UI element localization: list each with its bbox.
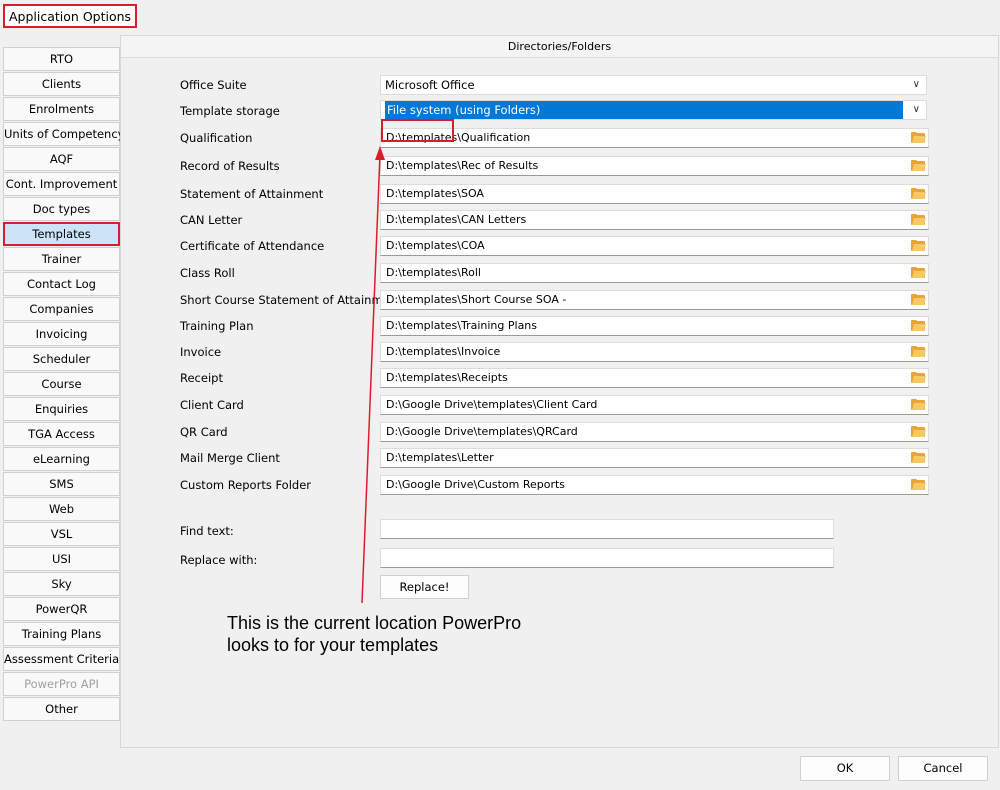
sidebar-item-tga-access[interactable]: TGA Access — [3, 422, 120, 446]
dialog-footer: OK Cancel — [0, 748, 1000, 790]
window-title: Application Options — [3, 4, 138, 28]
sidebar-item-powerpro-api: PowerPro API — [3, 672, 120, 696]
sidebar-item-vsl[interactable]: VSL — [3, 522, 120, 546]
sidebar-item-usi[interactable]: USI — [3, 547, 120, 571]
sidebar-item-enquiries[interactable]: Enquiries — [3, 397, 120, 421]
sidebar-item-aqf[interactable]: AQF — [3, 147, 120, 171]
annotation-text: This is the current location PowerPro lo… — [227, 613, 522, 655]
sidebar-item-doc-types[interactable]: Doc types — [3, 197, 120, 221]
sidebar-item-invoicing[interactable]: Invoicing — [3, 322, 120, 346]
sidebar-item-templates[interactable]: Templates — [3, 222, 120, 246]
sidebar-item-assessment-criteria[interactable]: Assessment Criteria — [3, 647, 120, 671]
sidebar-item-course[interactable]: Course — [3, 372, 120, 396]
options-sidebar: RTO Clients Enrolments Units of Competency A… — [3, 47, 124, 722]
sidebar-item-powerqr[interactable]: PowerQR — [3, 597, 120, 621]
sidebar-item-cont-improvement[interactable]: Cont. Improvement — [3, 172, 120, 196]
sidebar-item-enrolments[interactable]: Enrolments — [3, 97, 120, 121]
sidebar-item-elearning[interactable]: eLearning — [3, 447, 120, 471]
ok-button[interactable]: OK — [800, 756, 890, 781]
sidebar-item-other[interactable]: Other — [3, 697, 120, 721]
sidebar-item-sms[interactable]: SMS — [3, 472, 120, 496]
sidebar-item-web[interactable]: Web — [3, 497, 120, 521]
sidebar-item-contact-log[interactable]: Contact Log — [3, 272, 120, 296]
directories-panel: Directories/Folders Office Suite Microso… — [120, 35, 999, 748]
sidebar-item-units-of-competency[interactable]: Units of Competency — [3, 122, 124, 146]
sidebar-item-companies[interactable]: Companies — [3, 297, 120, 321]
sidebar-item-clients[interactable]: Clients — [3, 72, 120, 96]
title-bar: Application Options — [0, 0, 1000, 32]
sidebar-item-training-plans[interactable]: Training Plans — [3, 622, 120, 646]
cancel-button[interactable]: Cancel — [898, 756, 988, 781]
sidebar-item-rto[interactable]: RTO — [3, 47, 120, 71]
sidebar-item-scheduler[interactable]: Scheduler — [3, 347, 120, 371]
sidebar-item-sky[interactable]: Sky — [3, 572, 120, 596]
sidebar-item-trainer[interactable]: Trainer — [3, 247, 120, 271]
